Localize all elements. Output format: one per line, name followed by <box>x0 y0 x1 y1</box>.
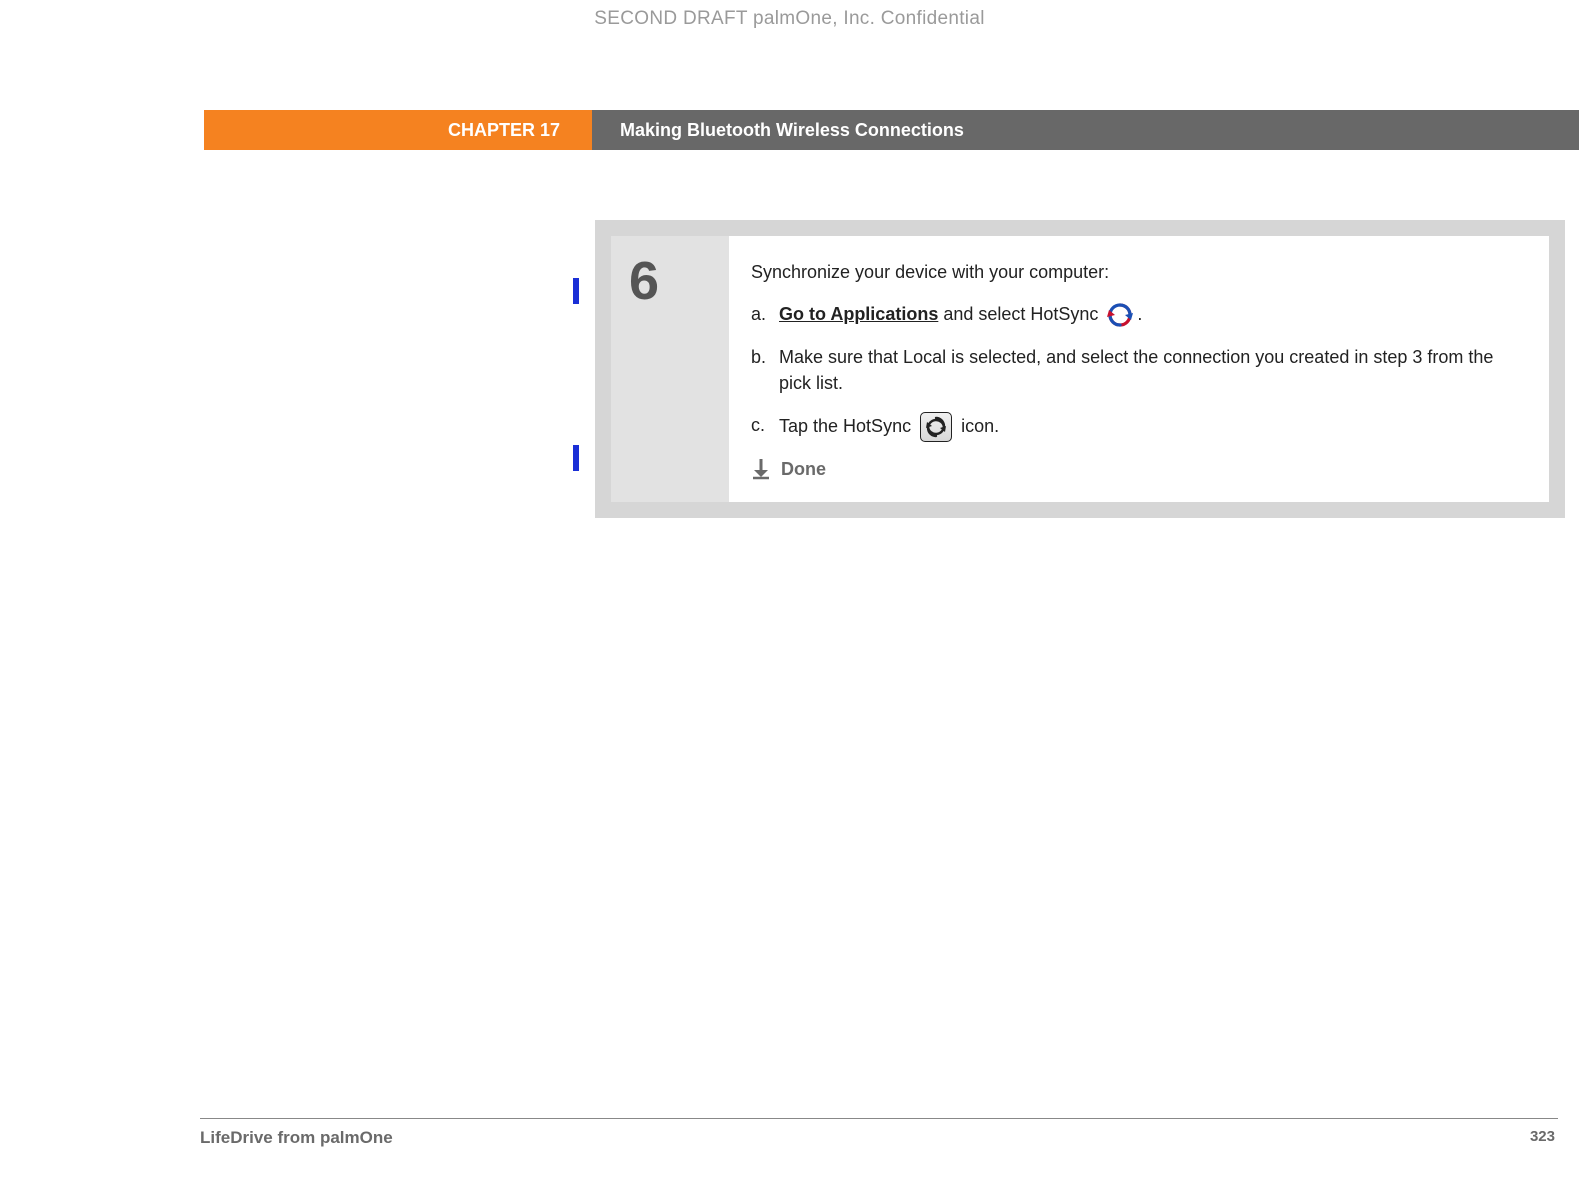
step-number-column: 6 <box>611 236 729 502</box>
chapter-label: CHAPTER 17 <box>448 120 560 141</box>
chapter-title-box: Making Bluetooth Wireless Connections <box>592 110 1579 150</box>
substep-bullet: c. <box>751 412 765 438</box>
watermark-text: SECOND DRAFT palmOne, Inc. Confidential <box>594 8 984 30</box>
footer-product-name: LifeDrive from palmOne <box>200 1128 393 1148</box>
step-block: 6 Synchronize your device with your comp… <box>595 220 1565 518</box>
step-substep: b. Make sure that Local is selected, and… <box>751 344 1521 396</box>
substep-text-post: icon. <box>956 416 999 436</box>
chapter-label-box: CHAPTER 17 <box>204 110 592 150</box>
header-left-spacer <box>0 110 204 150</box>
chapter-header-bar: CHAPTER 17 Making Bluetooth Wireless Con… <box>0 110 1579 150</box>
step-substep: a. Go to Applications and select HotSync… <box>751 301 1521 328</box>
done-arrow-icon <box>751 458 771 480</box>
step-intro: Synchronize your device with your comput… <box>751 262 1521 283</box>
chapter-title: Making Bluetooth Wireless Connections <box>620 120 964 141</box>
substep-bullet: b. <box>751 344 766 370</box>
done-label: Done <box>781 459 826 480</box>
step-body: Synchronize your device with your comput… <box>729 236 1549 502</box>
substep-text-pre: Tap the HotSync <box>779 416 916 436</box>
substep-text: Make sure that Local is selected, and se… <box>779 347 1493 393</box>
substep-bullet: a. <box>751 301 766 327</box>
hotsync-button-icon <box>920 412 952 442</box>
footer-page-number: 323 <box>1530 1128 1555 1145</box>
go-to-applications-link[interactable]: Go to Applications <box>779 304 938 324</box>
substep-tail: . <box>1137 304 1142 324</box>
revision-bar-icon <box>573 278 579 304</box>
revision-bar-icon <box>573 445 579 471</box>
footer-divider <box>200 1118 1558 1119</box>
substep-text: and select HotSync <box>938 304 1103 324</box>
step-number: 6 <box>629 254 659 308</box>
done-row: Done <box>751 458 1521 480</box>
step-substep: c. Tap the HotSync icon. <box>751 412 1521 442</box>
hotsync-icon <box>1105 302 1135 328</box>
